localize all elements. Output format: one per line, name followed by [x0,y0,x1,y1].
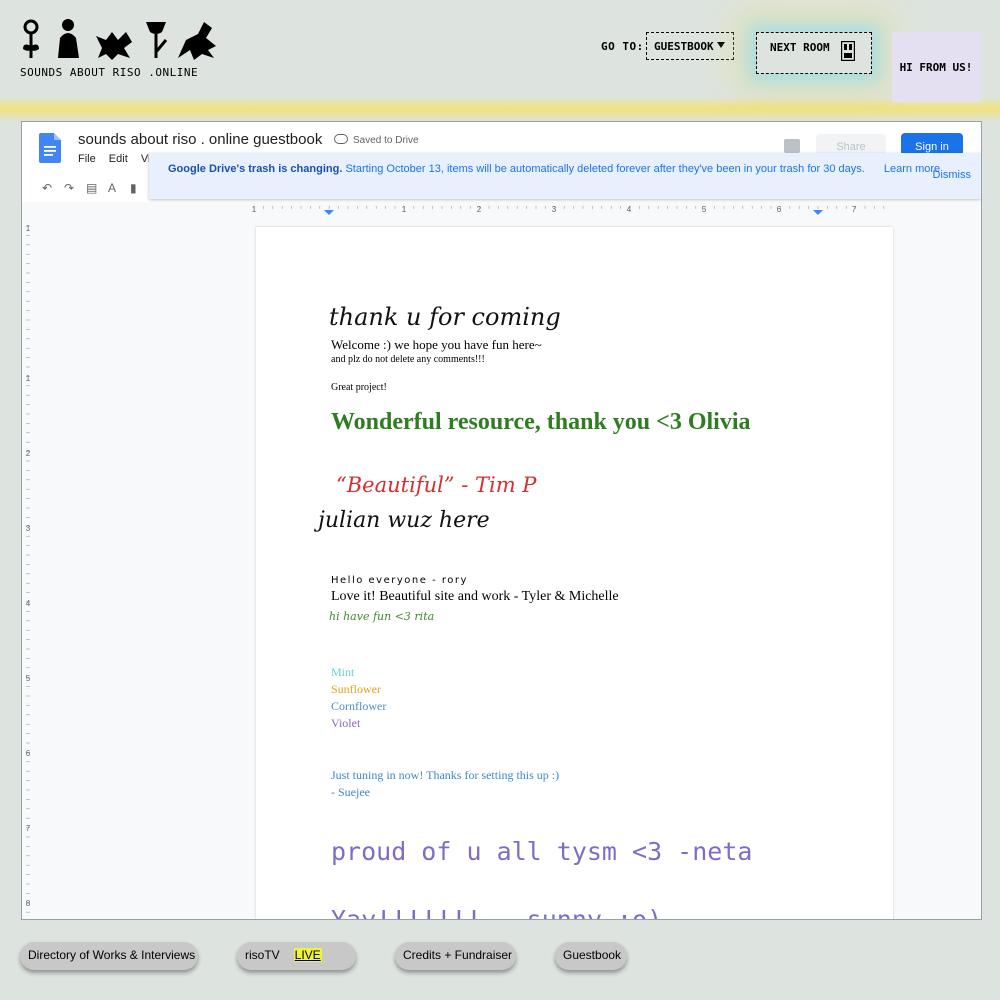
beast-icon [178,22,216,60]
nav-guestbook-button[interactable]: Guestbook [555,942,627,970]
goto-dropdown[interactable]: GUESTBOOK [646,32,734,60]
guestbook-entry-rita: hi have fun <3 rita [329,610,435,623]
ruler-ticks [253,206,885,209]
guestbook-entry-violet: Violet [331,716,361,730]
nav-risotv-label: risoTV [245,948,280,962]
ruler-number: 3 [552,205,557,214]
nav-credits-button[interactable]: Credits + Fundraiser [395,942,516,970]
ruler-number: 4 [26,599,31,608]
guestbook-entry-welcome: Welcome :) we hope you have fun here~ [331,337,542,352]
ruler-number: 4 [627,205,632,214]
ruler-number: 1 [252,205,257,214]
ruler-number: 6 [26,749,31,758]
ruler-number: 2 [477,205,482,214]
guestbook-entry-great: Great project! [331,382,387,393]
ruler-number: 7 [852,205,857,214]
live-badge: LIVE [293,948,322,962]
ruler-number: 7 [26,824,31,833]
spellcheck-icon[interactable]: A [108,181,116,195]
flower-icon [23,19,39,58]
guestbook-entry-suejee: Just tuning in now! Thanks for setting t… [331,768,560,782]
person-icon [58,19,79,58]
banner-text: Starting October 13, items will be autom… [345,163,865,175]
nav-risotv-button[interactable]: risoTV LIVE [237,942,356,970]
next-room-label: NEXT ROOM [770,41,830,54]
saved-status-text: Saved to Drive [353,135,419,146]
ruler-number: 8 [26,899,31,908]
ruler-ticks [26,225,30,913]
header-glow [0,96,1000,122]
comment-icon[interactable] [784,139,800,153]
guestbook-entry-sunny: Yay!!!!!!! - sunny :o) [331,905,663,920]
door-icon [841,41,855,61]
guestbook-entry-rory: Hello everyone - rory [331,575,468,586]
ruler-number: 5 [26,674,31,683]
dismiss-button[interactable]: Dismiss [933,169,972,182]
guestbook-entry-tim: “Beautiful” - Tim P [336,473,537,497]
cloud-icon [334,134,348,144]
banner-bold-text: Google Drive's trash is changing. [168,163,343,175]
menu-file[interactable]: File [78,153,96,165]
doc-title[interactable]: sounds about riso . online guestbook [78,131,322,148]
ruler-number: 1 [26,374,31,383]
redo-icon[interactable]: ↷ [64,181,74,195]
goto-label: GO TO: [601,40,644,53]
guestbook-entry-julian: julian wuz here [318,508,490,533]
ruler-number: 5 [702,205,707,214]
ruler-number: 1 [402,205,407,214]
nav-credits-label: Credits + Fundraiser [403,948,513,962]
ruler-number: 3 [26,524,31,533]
nav-guestbook-label: Guestbook [563,948,622,962]
horizontal-ruler[interactable]: 1 1 2 3 4 5 6 7 [22,202,981,217]
site-logo-icons[interactable] [20,18,220,62]
print-icon[interactable]: ▤ [86,181,97,195]
caret-down-icon [717,42,725,48]
creature-icon [96,32,132,60]
nav-directory-button[interactable]: Directory of Works & Interviews [20,942,198,970]
doc-canvas[interactable]: thank u for coming Welcome :) we hope yo… [34,216,981,919]
next-room-button[interactable]: NEXT ROOM [756,32,872,74]
guestbook-entry-suejee-name: - Suejee [331,785,370,799]
guestbook-entry-no-delete: and plz do not delete any comments!!! [331,354,485,365]
ruler-number: 6 [777,205,782,214]
tulip-icon [146,22,168,58]
hi-from-us-button[interactable]: HI FROM US! [892,32,980,102]
site-header: SOUNDS ABOUT RISO .ONLINE GO TO: GUESTBO… [0,0,1000,122]
guestbook-entry-olivia: Wonderful resource, thank you <3 Olivia [331,409,751,435]
guestbook-entry-thanks: thank u for coming [329,303,561,331]
guestbook-entry-mint: Mint [331,665,355,679]
right-indent-marker[interactable] [813,210,823,215]
guestbook-entry-neta: proud of u all tysm <3 -neta [331,837,753,866]
doc-page[interactable]: thank u for coming Welcome :) we hope yo… [256,227,893,920]
google-docs-icon[interactable] [39,133,61,163]
ruler-number: 2 [26,449,31,458]
left-indent-marker[interactable] [324,210,334,215]
guestbook-entry-tyler: Love it! Beautiful site and work - Tyler… [331,589,619,604]
site-name[interactable]: SOUNDS ABOUT RISO .ONLINE [20,66,198,79]
undo-icon[interactable]: ↶ [42,181,52,195]
guestbook-entry-cornflower: Cornflower [331,699,387,713]
paint-format-icon[interactable]: ▮ [130,181,137,195]
saved-status: Saved to Drive [334,134,419,146]
guestbook-entry-sunflower: Sunflower [331,682,381,696]
ruler-number: 1 [26,224,31,233]
menu-edit[interactable]: Edit [109,153,128,165]
goto-dropdown-value: GUESTBOOK [654,40,714,53]
google-doc-embed[interactable]: sounds about riso . online guestbook Sav… [21,121,982,920]
drive-trash-banner: Google Drive's trash is changing. Starti… [149,153,981,199]
nav-directory-label: Directory of Works & Interviews [28,948,196,962]
